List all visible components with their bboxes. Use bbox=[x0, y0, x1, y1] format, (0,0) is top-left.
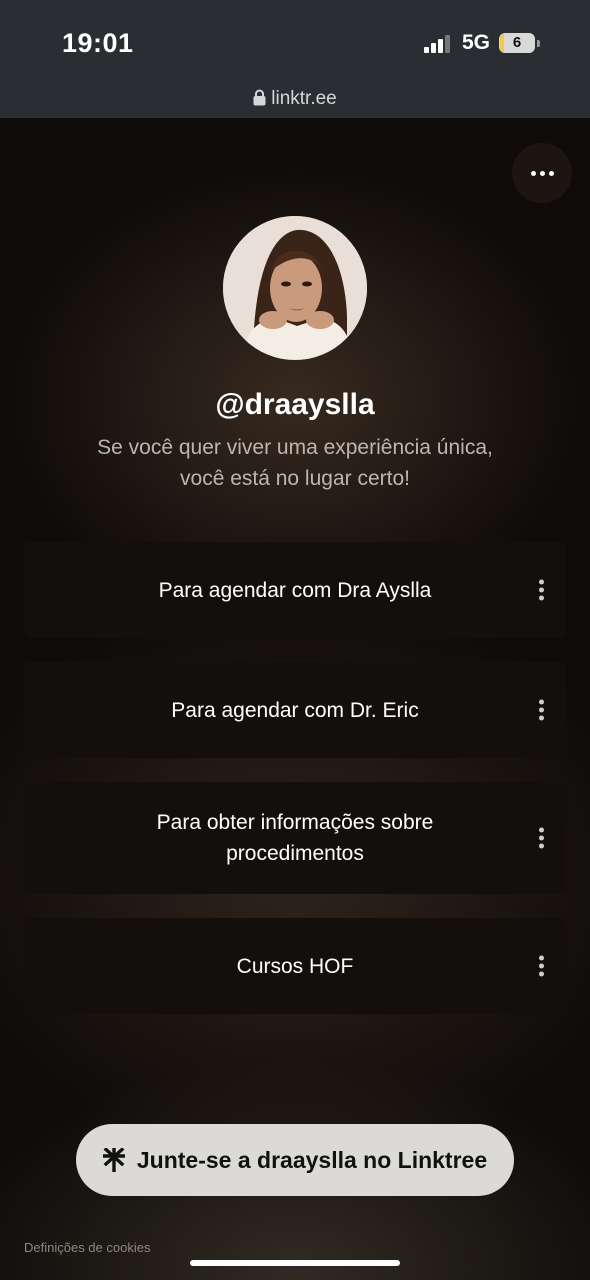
link-label: Para agendar com Dra Ayslla bbox=[158, 578, 432, 602]
link-button-agendar-dra-ayslla[interactable]: Para agendar com Dra Ayslla bbox=[24, 542, 566, 638]
address-bar[interactable]: linktr.ee bbox=[0, 88, 590, 110]
battery-icon: 6 bbox=[499, 33, 535, 53]
avatar-portrait bbox=[223, 216, 367, 360]
profile-avatar bbox=[223, 216, 367, 360]
more-options-button[interactable] bbox=[512, 143, 572, 203]
cookie-settings-link[interactable]: Definições de cookies bbox=[24, 1240, 150, 1255]
join-label: Junte-se a draayslla no Linktree bbox=[136, 1146, 488, 1173]
profile-bio: Se você quer viver uma experiência única… bbox=[97, 436, 493, 490]
lock-icon bbox=[253, 89, 266, 106]
link-options-icon[interactable] bbox=[539, 579, 544, 601]
dot bbox=[539, 170, 545, 176]
status-time: 19:01 bbox=[62, 28, 134, 58]
cellular-signal-icon bbox=[424, 35, 450, 53]
link-options-icon[interactable] bbox=[539, 827, 544, 849]
link-button-cursos-hof[interactable]: Cursos HOF bbox=[24, 918, 566, 1014]
link-label: Cursos HOF bbox=[236, 954, 354, 978]
join-linktree-button[interactable]: Junte-se a draayslla no Linktree bbox=[76, 1124, 514, 1196]
network-type: 5G bbox=[462, 31, 491, 54]
battery-level: 6 bbox=[512, 34, 522, 51]
link-options-icon[interactable] bbox=[539, 699, 544, 721]
home-indicator[interactable] bbox=[190, 1260, 400, 1266]
link-button-agendar-dr-eric[interactable]: Para agendar com Dr. Eric bbox=[24, 662, 566, 758]
link-options-icon[interactable] bbox=[539, 955, 544, 977]
battery-nub bbox=[537, 40, 540, 47]
link-button-informacoes-procedimentos[interactable]: Para obter informações sobre procediment… bbox=[24, 782, 566, 894]
link-label: Para obter informações sobre procediment… bbox=[156, 811, 434, 865]
status-and-browser-bar: 19:01 5G 6 linktr.ee bbox=[0, 0, 590, 118]
url-text: linktr.ee bbox=[271, 88, 337, 109]
profile-username: @draayslla bbox=[215, 388, 375, 421]
linktree-page: @draayslla Se você quer viver uma experi… bbox=[0, 118, 590, 1280]
link-label: Para agendar com Dr. Eric bbox=[171, 698, 419, 722]
linktree-logo-icon bbox=[102, 1148, 125, 1172]
dot bbox=[530, 170, 536, 176]
dot bbox=[548, 170, 554, 176]
